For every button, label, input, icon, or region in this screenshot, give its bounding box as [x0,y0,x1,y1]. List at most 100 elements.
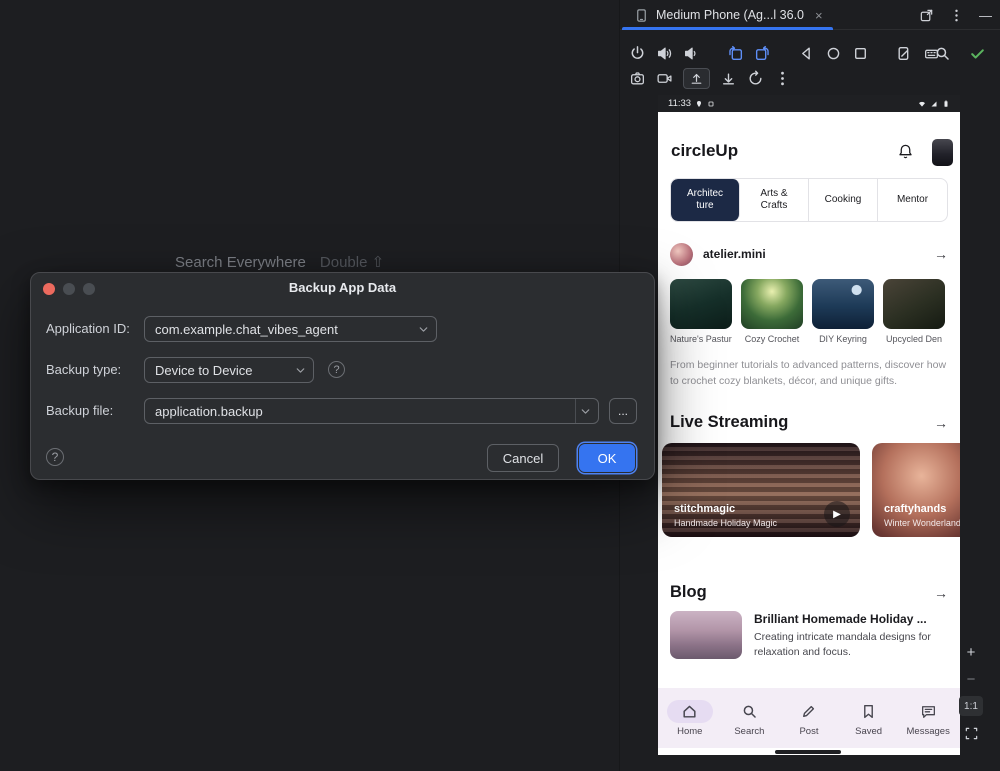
bottom-nav: Home Search Post Saved Messages [658,688,960,748]
play-button[interactable]: ▶ [824,501,850,527]
application-id-dropdown[interactable]: com.example.chat_vibes_agent [144,316,437,342]
download-restore-icon[interactable] [720,70,737,87]
back-button-icon[interactable] [798,45,815,62]
emulator-screen[interactable]: 11:33 circleUp Architec ture Arts & Craf… [658,95,960,755]
device-pen-icon[interactable] [896,45,913,62]
zoom-in-button[interactable]: + [960,642,982,662]
backup-type-dropdown[interactable]: Device to Device [144,357,314,383]
chevron-down-icon [579,405,592,418]
section-description: From beginner tutorials to advanced patt… [670,358,948,389]
blog-post-excerpt: Creating intricate mandala designs for r… [754,630,950,660]
chevron-down-icon [417,323,430,336]
close-tab-button[interactable]: × [815,8,823,23]
zoom-out-button[interactable]: − [960,669,982,689]
search-icon[interactable] [934,45,951,62]
hide-panel-button[interactable]: — [979,8,992,23]
running-devices-tabbar: Medium Phone (Ag...l 36.0 × + — [620,0,1000,30]
live-streaming-header: Live Streaming → [670,413,948,432]
gallery-row: Nature's Pasture Cozy Crochet DIY Keyrin… [670,279,952,344]
app-window: Search EverywhereDouble ⇧ Medium Phone (… [0,0,1000,771]
creator-name: atelier.mini [703,247,766,261]
overview-button-icon[interactable] [852,45,869,62]
stream-card[interactable]: stitchmagic Handmade Holiday Magic ▶ [662,443,860,537]
nav-item-post[interactable]: Post [781,700,837,737]
cancel-button[interactable]: Cancel [487,444,559,472]
backup-file-combobox[interactable]: application.backup [144,398,599,424]
notifications-bell-icon[interactable] [897,143,914,160]
live-streaming-title: Live Streaming [670,413,788,432]
tab-architecture[interactable]: Architec ture [671,179,740,221]
gallery-card[interactable]: Cozy Crochet [741,279,803,344]
browse-button[interactable]: ... [609,398,637,424]
device-tab[interactable]: Medium Phone (Ag...l 36.0 × [622,0,833,30]
tab-arts-crafts[interactable]: Arts & Crafts [740,179,809,221]
nav-item-saved[interactable]: Saved [841,700,897,737]
dialog-title: Backup App Data [31,280,654,295]
search-everywhere-hint: Search EverywhereDouble ⇧ [175,253,384,271]
notification-square-icon [707,100,715,108]
blog-header: Blog → [670,583,948,602]
gallery-card[interactable]: Upcycled Den [883,279,945,344]
tab-cooking[interactable]: Cooking [809,179,878,221]
panel-kebab-icon[interactable] [949,8,964,23]
gesture-handle[interactable] [775,750,841,754]
gallery-image [812,279,874,329]
pencil-icon [800,703,817,720]
dialog-help-icon[interactable]: ? [46,448,64,466]
volume-down-icon[interactable] [683,45,700,62]
volume-up-icon[interactable] [656,45,673,62]
device-phone-icon [634,8,649,23]
rotate-right-icon[interactable] [754,45,771,62]
live-streaming-arrow-icon[interactable]: → [934,415,948,431]
home-button-icon[interactable] [825,45,842,62]
bookmark-icon [860,703,877,720]
screen-record-icon[interactable] [656,70,673,87]
stream-username: craftyhands [884,503,946,515]
backup-upload-button[interactable] [683,68,710,89]
tab-mentor[interactable]: Mentor [878,179,947,221]
success-check-icon [969,45,986,62]
device-tab-title: Medium Phone (Ag...l 36.0 [656,8,804,22]
backup-file-label: Backup file: [46,398,142,424]
blog-post-title: Brilliant Homemade Holiday ... [754,611,950,627]
category-tabs: Architec ture Arts & Crafts Cooking Ment… [670,178,948,222]
combo-divider [575,399,576,423]
gallery-card[interactable]: Nature's Pasture [670,279,732,344]
rotate-left-icon[interactable] [727,45,744,62]
device-toolbar-row1 [629,41,940,65]
backup-app-data-dialog: Backup App Data Application ID: com.exam… [30,272,655,480]
search-icon [741,703,758,720]
device-toolbar-row2 [629,66,791,90]
signal-icon [930,100,938,108]
screenshot-camera-icon[interactable] [629,70,646,87]
blog-arrow-icon[interactable]: → [934,585,948,601]
stream-card[interactable]: craftyhands Winter Wonderland [872,443,960,537]
backup-type-help-icon[interactable]: ? [328,361,345,378]
creator-arrow-icon[interactable]: → [934,246,948,262]
power-icon[interactable] [629,45,646,62]
more-options-kebab-icon[interactable] [774,70,791,87]
status-bar: 11:33 [658,95,960,112]
battery-icon [942,100,950,108]
nav-item-home[interactable]: Home [662,700,718,737]
creator-row[interactable]: atelier.mini → [670,240,948,268]
fit-to-window-button[interactable] [960,723,982,743]
zoom-actual-size-button[interactable]: 1:1 [959,696,983,716]
nav-item-messages[interactable]: Messages [900,700,956,737]
stream-username: stitchmagic [674,503,735,515]
backup-type-label: Backup type: [46,357,142,383]
app-title: circleUp [671,141,738,161]
location-pin-icon [695,100,703,108]
stream-caption: Winter Wonderland [884,518,960,528]
chevron-down-icon [294,364,307,377]
gallery-image [883,279,945,329]
open-in-window-icon[interactable] [919,8,934,23]
ok-button[interactable]: OK [579,444,635,472]
nav-item-search[interactable]: Search [721,700,777,737]
reset-icon[interactable] [747,70,764,87]
gallery-card[interactable]: DIY Keyring [812,279,874,344]
gallery-image [670,279,732,329]
blog-post[interactable]: Brilliant Homemade Holiday ... Creating … [670,611,950,660]
device-toolbar-right [934,41,986,65]
profile-avatar[interactable] [932,139,953,166]
